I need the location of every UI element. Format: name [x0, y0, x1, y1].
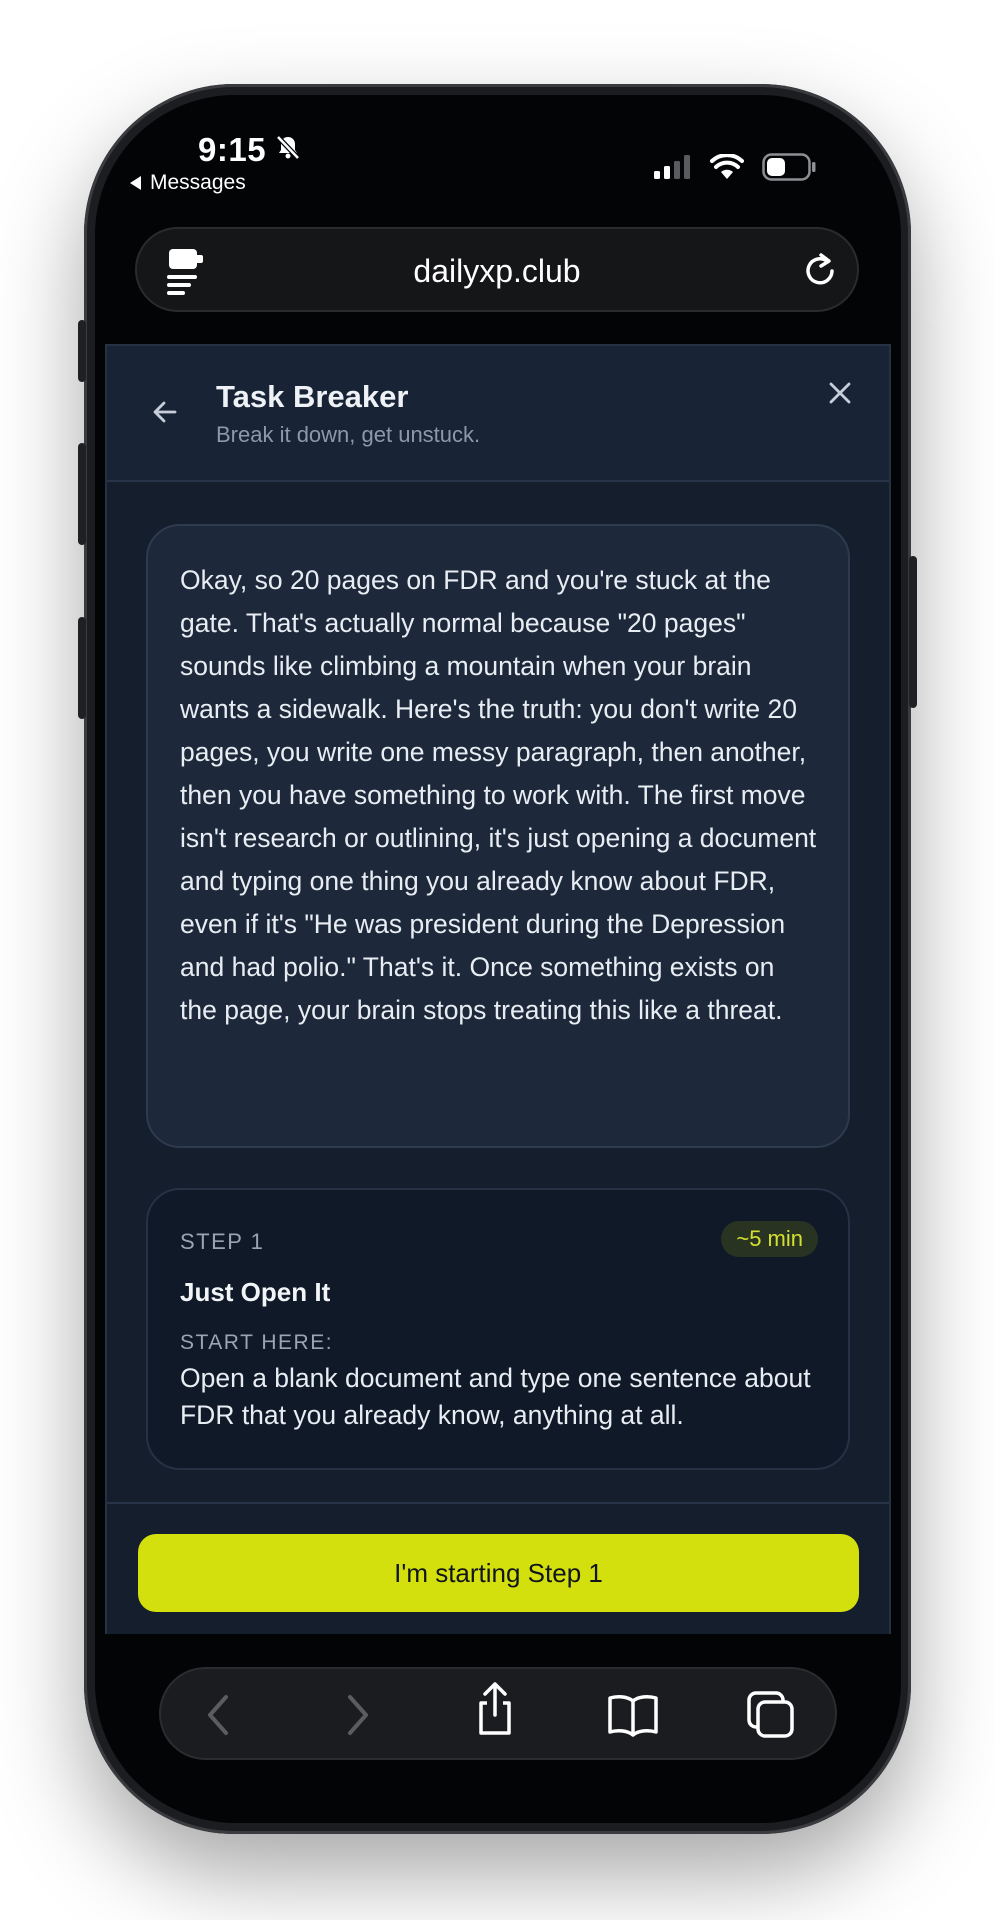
volume-up-button [78, 443, 86, 545]
close-icon[interactable] [827, 380, 853, 411]
screen: 9:15 Messages dailyxp.club Task Breaker … [95, 95, 901, 1823]
silent-switch [78, 320, 86, 382]
panel-footer: I'm starting Step 1 [107, 1502, 889, 1634]
time-text: 9:15 [198, 131, 267, 168]
start-here-label: START HERE: [180, 1331, 334, 1354]
back-app-label: Messages [150, 171, 246, 194]
message-text: Okay, so 20 pages on FDR and you're stuc… [180, 565, 817, 1025]
step-title: Just Open It [180, 1277, 331, 1307]
duration-badge: ~5 min [721, 1221, 818, 1257]
start-here-text: Open a blank document and type one sente… [180, 1363, 811, 1430]
assistant-message: Okay, so 20 pages on FDR and you're stuc… [146, 524, 850, 1148]
web-content: Task Breaker Break it down, get unstuck.… [105, 344, 891, 1634]
panel-title: Task Breaker [216, 379, 409, 414]
status-icons [654, 153, 816, 181]
cellular-signal-icon [654, 155, 690, 179]
power-button [909, 556, 917, 708]
panel-subtitle: Break it down, get unstuck. [216, 422, 481, 447]
step-card: STEP 1 ~5 min Just Open It START HERE: O… [146, 1188, 850, 1470]
back-to-messages[interactable]: Messages [128, 171, 246, 195]
tabs-icon[interactable] [745, 1689, 797, 1741]
bookmarks-icon[interactable] [607, 1689, 659, 1741]
back-triangle-icon [130, 176, 141, 190]
start-step-button[interactable]: I'm starting Step 1 [138, 1534, 859, 1612]
reload-icon[interactable] [799, 249, 841, 296]
panel-header: Task Breaker Break it down, get unstuck. [107, 346, 889, 482]
browser-toolbar [159, 1667, 837, 1760]
step-label: STEP 1 [180, 1229, 265, 1254]
battery-icon [762, 153, 816, 181]
forward-icon[interactable] [331, 1689, 383, 1741]
volume-down-button [78, 617, 86, 719]
url-text: dailyxp.club [413, 253, 581, 289]
wifi-icon [710, 154, 744, 179]
status-time: 9:15 [198, 131, 302, 169]
share-icon[interactable] [469, 1682, 521, 1735]
address-bar[interactable]: dailyxp.club [135, 227, 859, 312]
arrow-left-icon[interactable] [151, 398, 179, 431]
back-icon[interactable] [193, 1689, 245, 1741]
bell-slash-icon [274, 131, 302, 169]
